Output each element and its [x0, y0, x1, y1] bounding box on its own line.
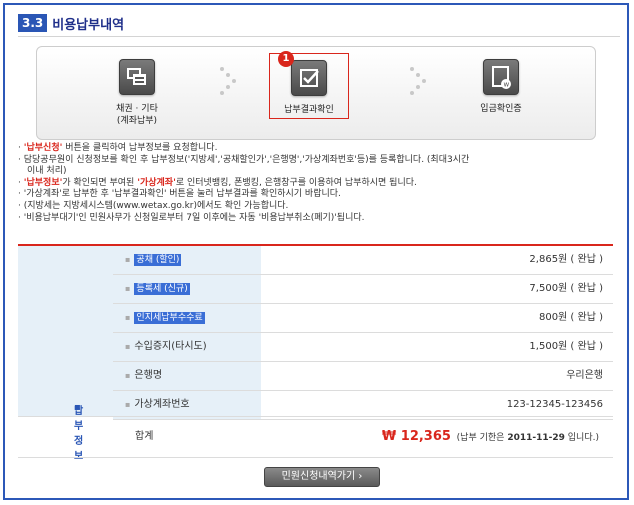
table-row: ▪ 등록세 (신규) 7,500원 ( 완납 )	[113, 275, 613, 304]
row-value: 2,865원 ( 완납 )	[529, 254, 603, 265]
section-title: 비용납부내역	[52, 17, 125, 33]
section-header: 3.3 비용납부내역	[18, 12, 124, 34]
step-deposit-certificate[interactable]: w 입금확인증	[461, 59, 541, 115]
step-label: 납부결과확인	[284, 105, 334, 115]
row-value: 123-12345-123456	[506, 399, 603, 410]
notice-item: · (지방세는 지방세시스템(www.wetax.go.kr)에서도 확인 가능…	[18, 200, 289, 211]
notice-item: · '납부정보'가 확인되면 부여된 '가상계좌'로 인터넷뱅킹, 폰뱅킹, 은…	[18, 177, 417, 188]
total-row: 합계 ₩ 12,365 (납부 기한은 2011-11-29 입니다.)	[18, 416, 613, 458]
row-value: 우리은행	[566, 370, 603, 381]
payment-section-cell: ▪ 납부정보	[18, 246, 113, 462]
payment-info-table: ▪ 납부정보 ▪ 공채 (할인) 2,865원 ( 완납 ) ▪ 등록세 (신규) 7…	[18, 244, 613, 462]
row-value: 1,500원 ( 완납 )	[529, 341, 603, 352]
notice-item: · 담당공무원이 신청정보를 확인 후 납부정보('지방세','공채할인가','…	[18, 154, 470, 165]
table-row: ▪ 공채 (할인) 2,865원 ( 완납 )	[113, 246, 613, 275]
step-bond-payment[interactable]: 채권 · 기타 (계좌납부)	[97, 59, 177, 127]
row-key: 공채 (할인)	[134, 254, 182, 266]
go-to-application-history-button[interactable]: 민원신청내역가기 ›	[264, 467, 380, 487]
header-divider	[18, 36, 620, 37]
total-label: 합계	[135, 431, 154, 442]
row-key: 등록세 (신규)	[134, 283, 190, 295]
row-value: 800원 ( 완납 )	[538, 312, 603, 323]
total-amount: ₩ 12,365	[381, 429, 451, 444]
notice-item: · '가상계좌'로 납부한 후 '납부결과확인' 버튼을 눌러 납부결과를 확인…	[18, 189, 341, 200]
step-sublabel: (계좌납부)	[116, 116, 158, 126]
process-steps: 채권 · 기타 (계좌납부) 납부결과확인 w 입금확인증	[36, 46, 596, 140]
notice-list: · '납부신청' 버튼을 클릭하여 납부정보를 요청합니다. · 담당공무원이 …	[18, 143, 622, 224]
step-badge: 1	[278, 51, 294, 67]
table-row: ▪ 수입증지(타시도) 1,500원 ( 완납 )	[113, 333, 613, 362]
step-arrow-dots	[410, 67, 432, 97]
row-key: 인지세납부수수료	[134, 312, 205, 324]
row-value: 7,500원 ( 완납 )	[529, 283, 603, 294]
certificate-icon: w	[483, 59, 519, 95]
checkbox-icon	[291, 60, 327, 96]
row-key: 은행명	[134, 370, 163, 381]
row-key: 가상계좌번호	[134, 399, 190, 410]
payment-deadline: 2011-11-29	[507, 433, 565, 443]
row-key: 수입증지(타시도)	[134, 341, 207, 352]
section-number: 3.3	[18, 14, 48, 32]
table-row: ▪ 은행명 우리은행	[113, 362, 613, 391]
notice-item: · '비용납부대기'인 민원사무가 신청일로부터 7일 이후에는 자동 '비용납…	[18, 212, 365, 223]
step-label: 채권 · 기타	[116, 104, 158, 114]
total-value: ₩ 12,365 (납부 기한은 2011-11-29 입니다.)	[381, 429, 599, 444]
step-label: 입금확인증	[480, 104, 522, 114]
notice-item: 이내 처리)	[27, 166, 67, 177]
step-arrow-dots	[220, 67, 242, 97]
table-row: ▪ 인지세납부수수료 800원 ( 완납 )	[113, 304, 613, 333]
svg-text:w: w	[504, 81, 510, 89]
notice-item: · '납부신청' 버튼을 클릭하여 납부정보를 요청합니다.	[18, 143, 218, 153]
document-icon	[119, 59, 155, 95]
